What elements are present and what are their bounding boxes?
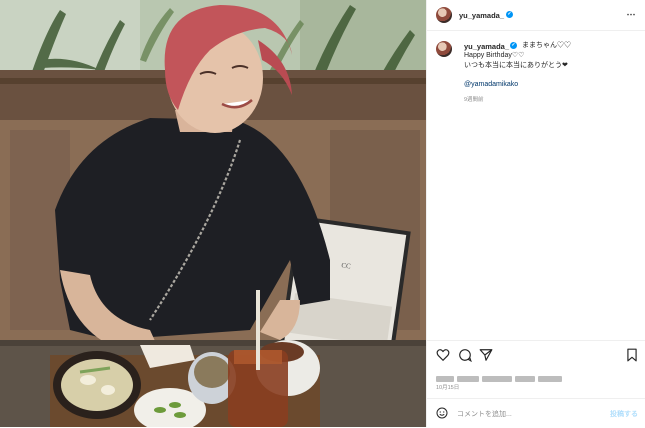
save-bookmark-icon[interactable]: [625, 348, 639, 362]
caption-time-ago: 9週間前: [464, 97, 484, 103]
actions-divider: [427, 340, 645, 342]
like-heart-icon[interactable]: [436, 348, 450, 362]
post-comment-button[interactable]: 投稿する: [610, 409, 638, 419]
comment-bubble-icon[interactable]: [458, 348, 472, 362]
likes-summary-redacted: [436, 370, 586, 382]
more-options-icon[interactable]: ⋯: [627, 9, 637, 20]
caption-username[interactable]: yu_yamada_: [464, 42, 509, 51]
post-date: 10月15日: [436, 385, 460, 391]
caption-verified-badge-icon: ✓: [510, 42, 517, 49]
photo-illustration: CC: [0, 0, 426, 427]
post-header: yu_yamada_ ✓ ⋯: [427, 0, 645, 31]
comment-input[interactable]: コメントを追加...: [457, 409, 512, 419]
caption-line-3: いつも本当に本当にありがとう❤︎: [464, 62, 568, 69]
avatar[interactable]: [436, 7, 452, 23]
instagram-post-view: CC yu_yamada_ ✓ ⋯ yu_yamada_ ✓ ままちゃん♡♡ H…: [0, 0, 645, 427]
emoji-smile-icon[interactable]: [436, 407, 448, 419]
caption-avatar[interactable]: [436, 41, 452, 57]
verified-badge-icon: ✓: [506, 11, 513, 18]
caption-line-2: Happy Birthday♡♡: [464, 52, 525, 59]
share-send-icon[interactable]: [479, 348, 493, 362]
post-side-panel: yu_yamada_ ✓ ⋯ yu_yamada_ ✓ ままちゃん♡♡ Happ…: [426, 0, 645, 427]
caption-mention-link[interactable]: @yamadamikako: [464, 81, 518, 88]
comment-bar: コメントを追加... 投稿する: [427, 398, 645, 428]
header-username[interactable]: yu_yamada_: [459, 11, 504, 20]
post-photo[interactable]: CC: [0, 0, 426, 427]
svg-text:CC: CC: [341, 261, 352, 270]
caption-line-1: ままちゃん♡♡: [522, 42, 571, 49]
